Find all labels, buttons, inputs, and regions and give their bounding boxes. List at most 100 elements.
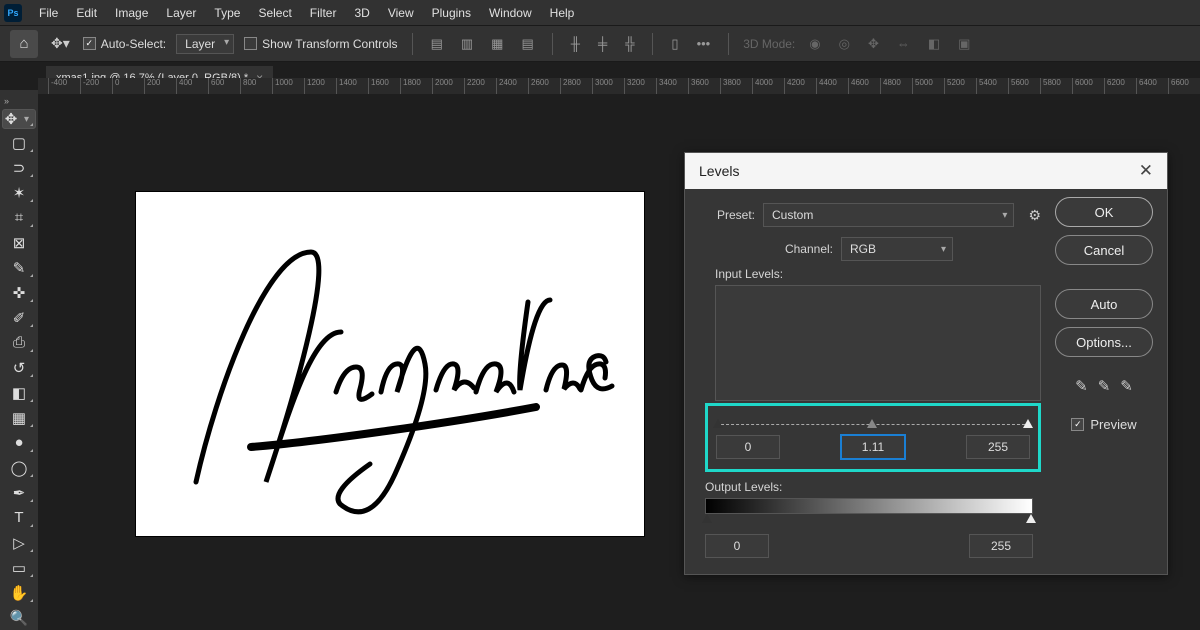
blur-tool[interactable]: ● — [3, 431, 35, 454]
auto-button[interactable]: Auto — [1055, 289, 1153, 319]
output-black-slider[interactable] — [702, 514, 712, 523]
close-icon[interactable]: ✕ — [1139, 161, 1153, 181]
ruler-tick: 6600 — [1168, 78, 1200, 94]
output-white-field[interactable]: 255 — [969, 534, 1033, 558]
ok-button[interactable]: OK — [1055, 197, 1153, 227]
ruler-tick: 6400 — [1136, 78, 1168, 94]
black-eyedropper-icon[interactable]: ✎ — [1075, 377, 1088, 395]
menu-view[interactable]: View — [379, 2, 423, 24]
auto-select-label: Auto-Select: — [101, 37, 166, 51]
options-bar: ⌂ ✥▾ ✓ Auto-Select: Layer Show Transform… — [0, 26, 1200, 62]
white-eyedropper-icon[interactable]: ✎ — [1120, 377, 1133, 395]
healing-brush-tool[interactable]: ✜ — [3, 281, 35, 304]
dialog-titlebar[interactable]: Levels ✕ — [685, 153, 1167, 189]
ruler-tick: -400 — [48, 78, 80, 94]
distribute-v-icon[interactable]: ╬ — [621, 36, 638, 51]
output-slider-track[interactable] — [705, 514, 1033, 528]
align-top-icon[interactable]: ▤ — [517, 36, 537, 52]
type-tool[interactable]: T — [3, 506, 35, 529]
menu-3d[interactable]: 3D — [345, 2, 378, 24]
pen-tool[interactable]: ✒ — [3, 481, 35, 504]
tools-panel: » ✥ ▢ ⊃ ✶ ⌗ ⊠ ✎ ✜ ✐ ⎙ ↺ ◧ ▦ ● ◯ ✒ T ▷ ▭ … — [0, 90, 38, 630]
3d-roll-icon: ◎ — [835, 36, 854, 52]
options-button[interactable]: Options... — [1055, 327, 1153, 357]
ruler-tick: 3200 — [624, 78, 656, 94]
menu-filter[interactable]: Filter — [301, 2, 346, 24]
crop-tool[interactable]: ⌗ — [3, 206, 35, 229]
path-select-tool[interactable]: ▷ — [3, 531, 35, 554]
align-center-h-icon[interactable]: ▥ — [457, 36, 477, 52]
move-tool-indicator-icon: ✥▾ — [48, 35, 73, 52]
history-brush-tool[interactable]: ↺ — [3, 356, 35, 379]
eyedropper-tool[interactable]: ✎ — [3, 256, 35, 279]
transform-label: Show Transform Controls — [262, 37, 397, 51]
3d-mode-label: 3D Mode: — [743, 37, 795, 51]
input-slider-track[interactable] — [716, 424, 1030, 425]
preview-checkbox[interactable]: ✓ — [1071, 418, 1084, 431]
hand-tool[interactable]: ✋ — [3, 581, 35, 604]
menu-help[interactable]: Help — [541, 2, 584, 24]
ruler-tick: 2000 — [432, 78, 464, 94]
menu-layer[interactable]: Layer — [157, 2, 205, 24]
ruler-tick: 600 — [208, 78, 240, 94]
move-tool[interactable]: ✥ — [2, 109, 36, 129]
align-to-icon[interactable]: ▯ — [667, 36, 682, 52]
black-point-slider[interactable] — [713, 419, 723, 428]
output-black-field[interactable]: 0 — [705, 534, 769, 558]
menu-select[interactable]: Select — [249, 2, 300, 24]
preset-menu-icon[interactable]: ⚙ — [1028, 207, 1041, 224]
input-sliders-highlight: 0 1.11 255 — [705, 403, 1041, 472]
brush-tool[interactable]: ✐ — [3, 306, 35, 329]
ruler-tick: 400 — [176, 78, 208, 94]
home-button[interactable]: ⌂ — [10, 30, 38, 58]
menu-edit[interactable]: Edit — [67, 2, 106, 24]
frame-tool[interactable]: ⊠ — [3, 231, 35, 254]
menu-plugins[interactable]: Plugins — [423, 2, 480, 24]
menu-file[interactable]: File — [30, 2, 67, 24]
marquee-tool[interactable]: ▢ — [3, 131, 35, 154]
ruler-tick: 5600 — [1008, 78, 1040, 94]
preset-dropdown[interactable]: Custom — [763, 203, 1014, 227]
separator — [552, 33, 553, 55]
more-icon[interactable]: ••• — [693, 36, 715, 51]
clone-stamp-tool[interactable]: ⎙ — [3, 331, 35, 354]
ruler-tick: 5400 — [976, 78, 1008, 94]
ruler-tick: 2200 — [464, 78, 496, 94]
rectangle-tool[interactable]: ▭ — [3, 556, 35, 579]
midtone-slider[interactable] — [867, 419, 877, 428]
ruler-tick: 5200 — [944, 78, 976, 94]
menu-image[interactable]: Image — [106, 2, 157, 24]
distribute-h-icon[interactable]: ╫ — [567, 36, 584, 51]
transform-checkbox[interactable] — [244, 37, 257, 50]
dialog-title: Levels — [699, 163, 739, 179]
separator — [412, 33, 413, 55]
align-right-icon[interactable]: ▦ — [487, 36, 507, 52]
expand-panel-icon[interactable]: » — [0, 94, 13, 108]
cancel-button[interactable]: Cancel — [1055, 235, 1153, 265]
magic-wand-tool[interactable]: ✶ — [3, 181, 35, 204]
input-midtone-field[interactable]: 1.11 — [841, 435, 905, 459]
ruler-tick: 2800 — [560, 78, 592, 94]
output-white-slider[interactable] — [1026, 514, 1036, 523]
channel-dropdown[interactable]: RGB — [841, 237, 953, 261]
gradient-tool[interactable]: ▦ — [3, 406, 35, 429]
input-black-field[interactable]: 0 — [716, 435, 780, 459]
zoom-tool[interactable]: 🔍 — [3, 606, 35, 629]
horizontal-ruler: -400-20002004006008001000120014001600180… — [38, 78, 1200, 94]
input-white-field[interactable]: 255 — [966, 435, 1030, 459]
output-levels-label: Output Levels: — [705, 480, 1041, 494]
3d-slide-icon: ⇔ — [893, 36, 914, 51]
align-left-icon[interactable]: ▤ — [427, 36, 447, 52]
document-canvas[interactable] — [136, 192, 644, 536]
gray-eyedropper-icon[interactable]: ✎ — [1098, 377, 1111, 395]
distribute-center-icon[interactable]: ╪ — [594, 36, 611, 51]
white-point-slider[interactable] — [1023, 419, 1033, 428]
auto-select-checkbox[interactable]: ✓ — [83, 37, 96, 50]
lasso-tool[interactable]: ⊃ — [3, 156, 35, 179]
auto-select-target-dropdown[interactable]: Layer — [176, 34, 234, 54]
menubar: Ps File Edit Image Layer Type Select Fil… — [0, 0, 1200, 26]
menu-window[interactable]: Window — [480, 2, 541, 24]
menu-type[interactable]: Type — [205, 2, 249, 24]
eraser-tool[interactable]: ◧ — [3, 381, 35, 404]
dodge-tool[interactable]: ◯ — [3, 456, 35, 479]
